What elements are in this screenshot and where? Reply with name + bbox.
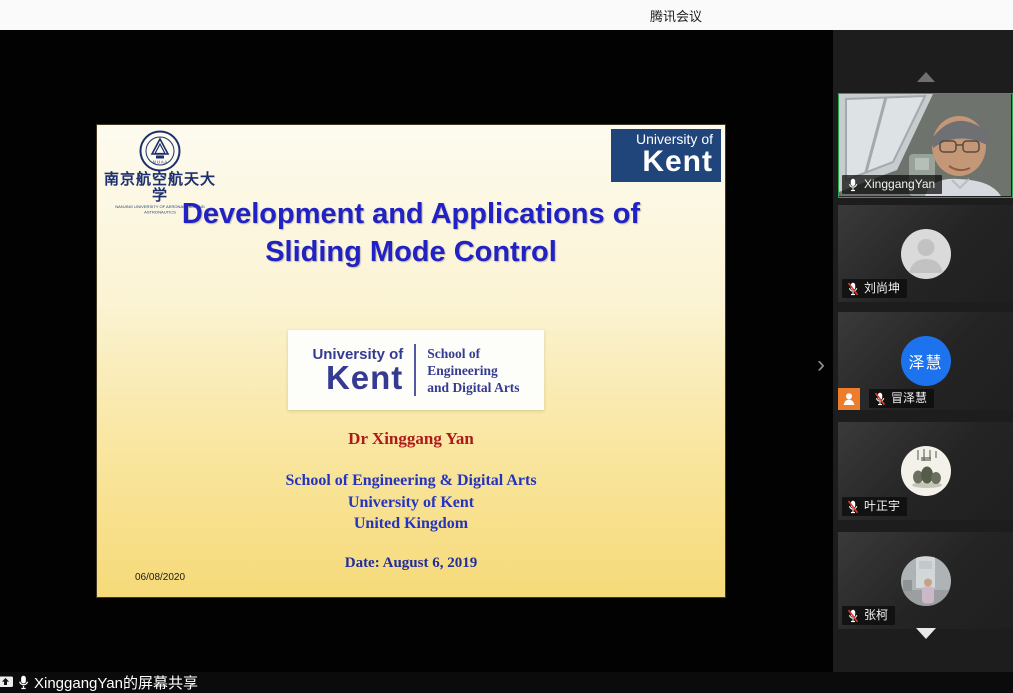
photo-avatar	[901, 446, 951, 496]
kent-logo-line2: Kent	[619, 147, 713, 177]
default-avatar-icon	[901, 229, 951, 279]
person-icon	[841, 391, 857, 407]
screen-share-stage: N U A A 南京航空航天大学 NANJING UNIVERSITY OF A…	[0, 30, 833, 672]
mic-on-icon	[847, 178, 859, 192]
kent-logo: University of Kent	[611, 129, 721, 182]
participant-tile[interactable]: 泽慧 冒泽慧	[838, 312, 1013, 410]
dept-school-line1: School of	[427, 345, 519, 362]
mic-muted-icon	[847, 500, 859, 514]
scroll-down-arrow-icon[interactable]	[916, 628, 936, 639]
participant-tile[interactable]: 刘尚坤	[838, 205, 1013, 302]
participant-tile[interactable]: 张柯	[838, 532, 1013, 629]
window-title: 腾讯会议	[650, 6, 702, 25]
nuaa-seal-icon: N U A A	[139, 130, 181, 172]
mic-muted-icon	[847, 609, 859, 623]
dept-school-line3: and Digital Arts	[427, 379, 519, 396]
host-badge	[838, 388, 860, 410]
participant-tile[interactable]: 叶正宇	[838, 422, 1013, 520]
slide-footer-date: 06/08/2020	[135, 572, 185, 583]
participant-nameplate: 叶正宇	[842, 497, 907, 516]
nuaa-logo: N U A A 南京航空航天大学 NANJING UNIVERSITY OF A…	[101, 128, 219, 200]
affiliation-line1: School of Engineering & Digital Arts	[97, 470, 725, 492]
scroll-up-arrow-icon[interactable]	[917, 72, 935, 82]
dept-uni-line2: Kent	[312, 362, 403, 393]
kent-school-logo: University of Kent School of Engineering…	[288, 330, 544, 410]
share-status-label: XinggangYan的屏幕共享	[34, 672, 198, 693]
slide-title: Development and Applications of Sliding …	[97, 195, 725, 271]
affiliation-line3: United Kingdom	[97, 513, 725, 535]
presentation-slide: N U A A 南京航空航天大学 NANJING UNIVERSITY OF A…	[97, 125, 725, 597]
initials-avatar: 泽慧	[901, 336, 951, 386]
participant-name: XinggangYan	[864, 177, 935, 192]
window-titlebar[interactable]: 腾讯会议	[0, 0, 1013, 30]
photo-avatar	[901, 556, 951, 606]
slide-title-line1: Development and Applications of	[97, 195, 725, 233]
participant-name: 冒泽慧	[891, 391, 927, 406]
slide-title-line2: Sliding Mode Control	[97, 233, 725, 271]
participant-tile[interactable]: XinggangYan	[838, 93, 1013, 198]
participant-nameplate: 刘尚坤	[842, 279, 907, 298]
svg-text:N U A A: N U A A	[153, 160, 168, 165]
dept-school-line2: Engineering	[427, 362, 519, 379]
participant-name: 刘尚坤	[864, 281, 900, 296]
participant-nameplate: 冒泽慧	[869, 389, 934, 408]
participant-name: 张柯	[864, 608, 888, 623]
share-status-bar: XinggangYan的屏幕共享	[0, 672, 1013, 693]
participants-sidebar: XinggangYan 刘尚坤 泽慧	[833, 30, 1013, 672]
talk-date: Date: August 6, 2019	[97, 555, 725, 572]
participant-name: 叶正宇	[864, 499, 900, 514]
dept-logo-divider	[414, 344, 416, 396]
participant-nameplate: 张柯	[842, 606, 895, 625]
presenter-affiliation: School of Engineering & Digital Arts Uni…	[97, 470, 725, 535]
meeting-window: 腾讯会议 N U A A 南京航空航天大学 NANJING UNIVERSITY…	[0, 0, 1013, 693]
affiliation-line2: University of Kent	[97, 492, 725, 514]
mic-muted-icon	[847, 282, 859, 296]
sidebar-collapse-chevron-icon[interactable]: ›	[810, 350, 832, 380]
mic-on-icon	[17, 675, 30, 690]
presenter-name: Dr Xinggang Yan	[97, 429, 725, 449]
screen-share-icon	[0, 675, 14, 690]
participant-nameplate: XinggangYan	[842, 175, 942, 194]
mic-muted-icon	[874, 392, 886, 406]
